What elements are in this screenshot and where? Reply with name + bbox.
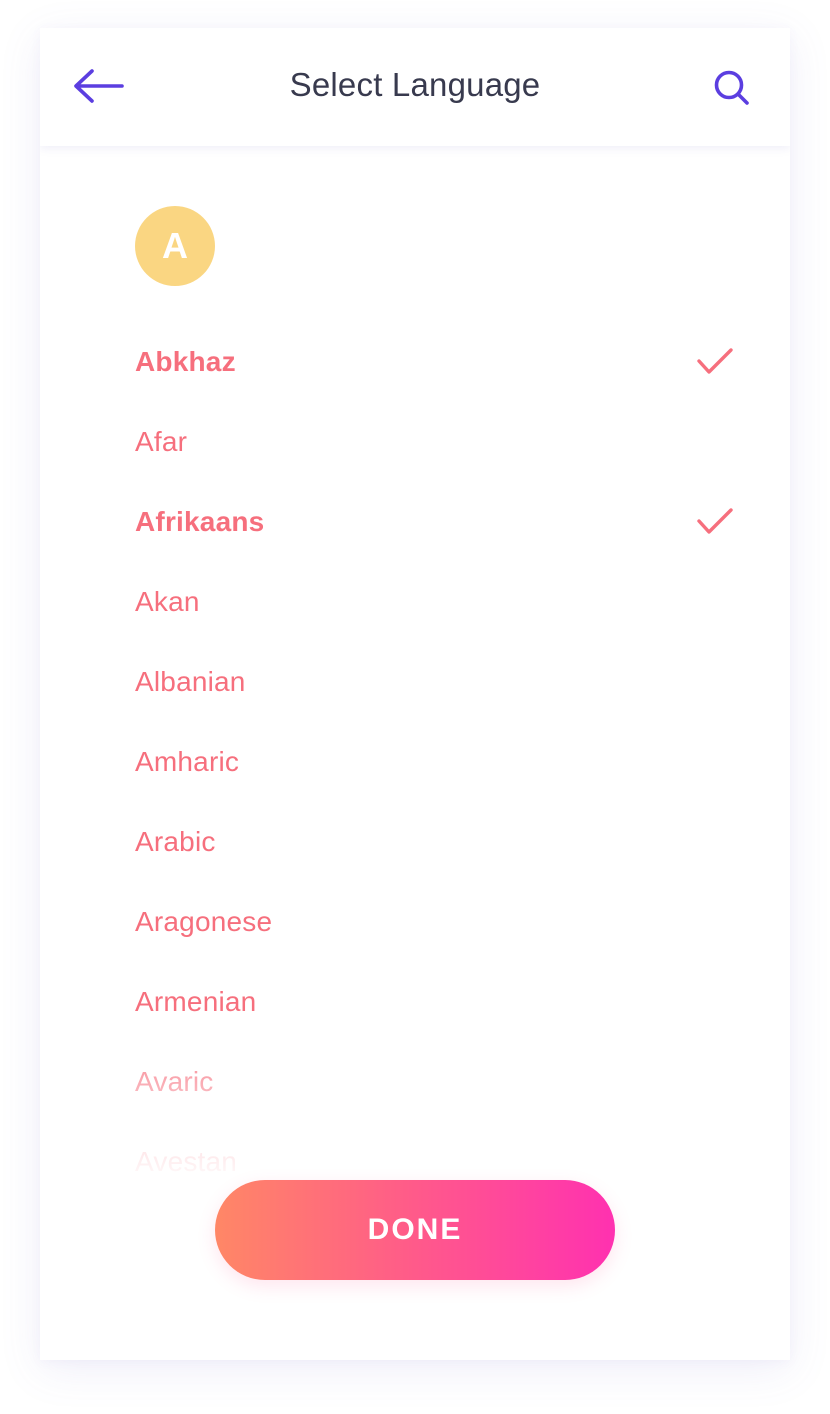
checkmark-icon [695,346,735,378]
language-item[interactable]: Armenian [40,962,790,1042]
language-item[interactable]: Arabic [40,802,790,882]
language-item[interactable]: Aragonese [40,882,790,962]
language-list-container: A Abkhaz Afar Afrikaans Akan Albanian Amharic… [40,146,790,1360]
language-label: Afar [135,426,188,457]
language-label: Akan [135,586,200,617]
language-label: Albanian [135,666,246,697]
language-picker-card: Select Language A Abkhaz Afar Afrikaans Aka… [40,28,790,1360]
section-letter-badge: A [135,206,215,286]
top-bar: Select Language [40,28,790,146]
language-label: Avaric [135,1066,214,1097]
checkmark-icon [695,506,735,538]
page-title: Select Language [289,66,541,103]
language-list: Abkhaz Afar Afrikaans Akan Albanian Amharic Ar… [40,322,790,1202]
language-label: Abkhaz [135,346,236,377]
language-label: Arabic [135,826,216,857]
search-icon [714,70,749,105]
language-label: Afrikaans [135,506,265,537]
done-button[interactable]: DONE [215,1180,615,1280]
language-label: Armenian [135,986,257,1017]
screen: Select Language A Abkhaz Afar Afrikaans Aka… [0,0,830,1414]
language-item[interactable]: Avaric [40,1042,790,1122]
language-label: Avestan [135,1146,238,1177]
language-item[interactable]: Amharic [40,722,790,802]
language-label: Aragonese [135,906,273,937]
language-item[interactable]: Afrikaans [40,482,790,562]
search-button[interactable] [710,66,754,110]
language-item[interactable]: Abkhaz [40,322,790,402]
language-item[interactable]: Afar [40,402,790,482]
language-item[interactable]: Akan [40,562,790,642]
language-item[interactable]: Albanian [40,642,790,722]
language-label: Amharic [135,746,240,777]
